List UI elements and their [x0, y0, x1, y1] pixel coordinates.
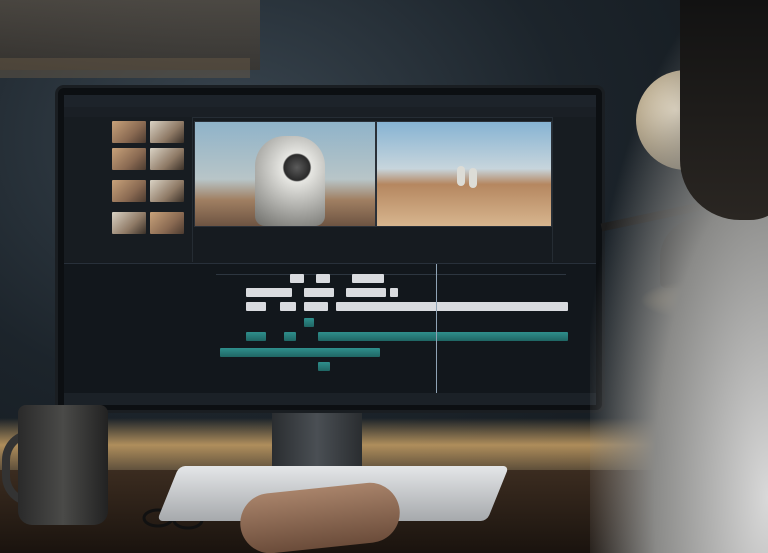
video-clip[interactable] — [390, 288, 398, 297]
media-browser-panel — [64, 117, 193, 262]
person-head — [680, 0, 768, 220]
media-tree-item[interactable] — [68, 235, 112, 241]
track-header[interactable] — [64, 370, 214, 376]
clip-thumbnail[interactable] — [112, 180, 146, 202]
audio-clip[interactable] — [246, 332, 266, 341]
video-clip[interactable] — [316, 274, 330, 283]
audio-clip[interactable] — [318, 362, 330, 371]
clip-thumbnail[interactable] — [150, 180, 184, 202]
video-clip[interactable] — [304, 302, 328, 311]
clip-thumbnail[interactable] — [112, 121, 146, 143]
timeline-ruler[interactable] — [216, 268, 566, 275]
clip-thumbnail[interactable] — [112, 148, 146, 170]
video-clip[interactable] — [290, 274, 304, 283]
clip-thumbnail[interactable] — [112, 212, 146, 234]
monitor-stand — [272, 405, 362, 475]
video-clip[interactable] — [246, 288, 292, 297]
video-clip[interactable] — [280, 302, 296, 311]
video-clip[interactable] — [352, 274, 384, 283]
audio-clip[interactable] — [304, 318, 314, 327]
source-viewer[interactable] — [194, 121, 376, 227]
track-headers — [64, 264, 214, 394]
video-clip[interactable] — [304, 288, 334, 297]
video-editor-screen — [64, 95, 596, 405]
astronaut-figure — [469, 168, 477, 188]
editor-title-bar — [64, 95, 596, 107]
timeline-panel — [64, 263, 596, 394]
video-clip[interactable] — [346, 288, 386, 297]
editor-status-bar — [64, 393, 596, 405]
astronaut-figure — [457, 166, 465, 186]
program-viewer[interactable] — [376, 121, 552, 227]
video-clip[interactable] — [336, 302, 568, 311]
media-tree — [68, 121, 112, 241]
photo-scene — [0, 0, 768, 553]
playhead[interactable] — [436, 264, 437, 394]
audio-clip[interactable] — [318, 332, 568, 341]
audio-clip[interactable] — [284, 332, 296, 341]
coffee-mug — [18, 405, 108, 525]
astronaut-figure — [255, 136, 325, 226]
clip-thumbnail[interactable] — [150, 148, 184, 170]
video-clip[interactable] — [246, 302, 266, 311]
clip-thumbnail[interactable] — [150, 212, 184, 234]
audio-clip[interactable] — [220, 348, 380, 357]
shelf-edge — [0, 58, 250, 78]
clip-thumbnail[interactable] — [150, 121, 184, 143]
